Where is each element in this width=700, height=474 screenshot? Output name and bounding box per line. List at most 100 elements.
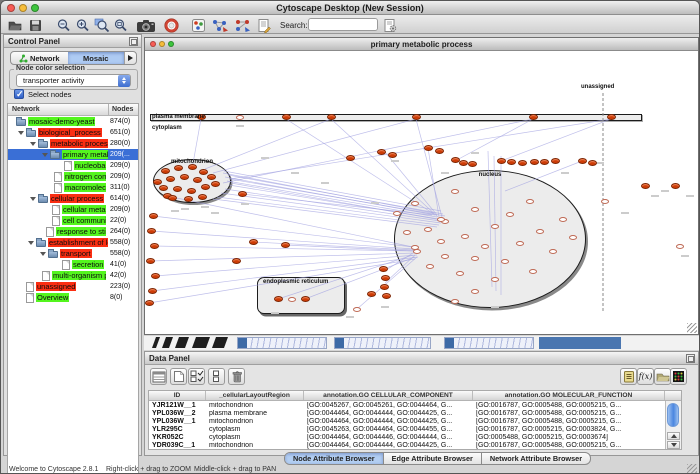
zoom-fit-button[interactable] [113, 17, 128, 33]
graph-node[interactable] [559, 217, 567, 222]
search-options-button[interactable] [383, 17, 398, 33]
table-row[interactable]: YJR121W__1mitochondrion[GO:0045267, GO:0… [149, 401, 681, 409]
graph-node-selected[interactable] [281, 242, 290, 248]
new-attribute-button[interactable] [170, 368, 187, 385]
graph-node-selected[interactable] [507, 159, 516, 165]
tab-node-attribute-browser[interactable]: Node Attribute Browser [285, 453, 384, 464]
layout-button-1[interactable] [211, 17, 230, 33]
tree-row[interactable]: unassigned223(0) [8, 281, 138, 292]
graph-node-selected[interactable] [435, 148, 444, 154]
zoom-out-button[interactable] [56, 17, 71, 33]
graph-node-selected[interactable] [367, 291, 376, 297]
graph-node-selected[interactable] [148, 288, 157, 294]
graph-node-selected[interactable] [159, 185, 168, 191]
scroll-down-button[interactable] [667, 441, 680, 449]
graph-node[interactable] [411, 245, 419, 250]
graph-node-selected[interactable] [149, 213, 158, 219]
graph-node-selected[interactable] [529, 114, 538, 120]
graph-node-selected[interactable] [238, 191, 247, 197]
graph-node-selected[interactable] [468, 161, 477, 167]
float-window-icon[interactable] [129, 37, 138, 46]
table-row[interactable]: YLR295Ccytoplasm[GO:0045263, GO:0044464,… [149, 425, 681, 433]
graph-node[interactable] [461, 234, 469, 239]
graph-node[interactable] [451, 299, 459, 304]
graph-node[interactable] [501, 259, 509, 264]
graph-node[interactable] [288, 297, 296, 302]
clipboard-button[interactable] [620, 368, 637, 385]
tree-row[interactable]: macromolecule311(0) [8, 182, 138, 193]
graph-node[interactable] [516, 241, 524, 246]
graph-node[interactable] [403, 230, 411, 235]
tree-row[interactable]: nitrogen compo209(0) [8, 171, 138, 182]
snapshot-button[interactable] [136, 17, 157, 33]
graph-node-selected[interactable] [551, 158, 560, 164]
layout-button-2[interactable] [234, 17, 253, 33]
help-lifering-icon[interactable] [164, 17, 179, 33]
save-button[interactable] [28, 17, 43, 33]
more-tabs-button[interactable] [124, 52, 136, 64]
expander-icon[interactable] [42, 153, 48, 157]
graph-node-selected[interactable] [388, 152, 397, 158]
graph-node[interactable] [526, 199, 534, 204]
tree-row[interactable]: nucleobase-209(0) [8, 160, 138, 171]
graph-node-selected[interactable] [380, 284, 389, 290]
graph-node-selected[interactable] [147, 228, 156, 234]
graph-node[interactable] [426, 264, 434, 269]
graph-node-selected[interactable] [282, 114, 291, 120]
window-resize-grip[interactable] [687, 464, 697, 474]
graph-node[interactable] [529, 269, 537, 274]
graph-node[interactable] [506, 212, 514, 217]
table-vertical-scrollbar[interactable] [665, 401, 681, 449]
graph-node-selected[interactable] [161, 168, 170, 174]
table-row[interactable]: YPL036W__2plasma membrane[GO:0044464, GO… [149, 409, 681, 417]
graph-node-selected[interactable] [459, 160, 468, 166]
graph-node-selected[interactable] [379, 266, 388, 272]
graph-node-selected[interactable] [146, 258, 155, 264]
graph-node[interactable] [481, 244, 489, 249]
tree-row[interactable]: transport558(0) [8, 248, 138, 259]
zoom-in-button[interactable] [75, 17, 90, 33]
graph-node-selected[interactable] [211, 181, 220, 187]
graph-node-selected[interactable] [173, 186, 182, 192]
graph-node[interactable] [437, 239, 445, 244]
column-header[interactable]: annotation.GO MOLECULAR_FUNCTION [473, 391, 665, 400]
graph-node[interactable] [601, 199, 609, 204]
tree-row[interactable]: metabolic process280(0) [8, 138, 138, 149]
graph-node-selected[interactable] [187, 188, 196, 194]
graph-node-selected[interactable] [578, 158, 587, 164]
table-row[interactable]: YDR039C__1mitochondrion[GO:0044464, GO:0… [149, 442, 681, 450]
expander-icon[interactable] [28, 241, 34, 245]
graph-node[interactable] [491, 224, 499, 229]
network-canvas[interactable]: plasma membrane cytoplasm mitochondrion … [145, 51, 698, 334]
graph-node[interactable] [536, 229, 544, 234]
graph-node-selected[interactable] [153, 179, 162, 185]
graph-node[interactable] [441, 254, 449, 259]
graph-node-selected[interactable] [518, 160, 527, 166]
open-button[interactable] [7, 17, 23, 33]
graph-node[interactable] [437, 217, 445, 222]
tree-row[interactable]: Overview8(0) [8, 292, 138, 303]
column-header[interactable]: _cellularLayoutRegion [206, 391, 304, 400]
delete-attribute-trash-button[interactable] [228, 368, 245, 385]
graph-node[interactable] [676, 244, 684, 249]
graph-node-selected[interactable] [166, 176, 175, 182]
select-attributes-button[interactable] [188, 368, 205, 385]
tab-edge-attribute-browser[interactable]: Edge Attribute Browser [384, 453, 482, 464]
scroll-up-button[interactable] [667, 432, 680, 440]
table-row[interactable]: YKR052Ccytoplasm[GO:0044464, GO:0044446,… [149, 434, 681, 442]
tree-row[interactable]: primary metabo209(... [8, 149, 138, 160]
search-input[interactable] [309, 19, 378, 30]
graph-node-selected[interactable] [424, 145, 433, 151]
select-nodes-checkbox[interactable] [14, 89, 24, 99]
graph-node-selected[interactable] [346, 155, 355, 161]
tree-row[interactable]: mosaic-demo-yeast874(0) [8, 116, 138, 127]
graph-node-selected[interactable] [201, 184, 210, 190]
graph-node[interactable] [393, 211, 401, 216]
tab-mosaic[interactable]: Mosaic [68, 52, 125, 64]
graph-node[interactable] [411, 201, 419, 206]
graph-node-selected[interactable] [151, 273, 160, 279]
graph-node-selected[interactable] [199, 169, 208, 175]
graph-node-selected[interactable] [607, 114, 616, 120]
tree-row[interactable]: response to stimulu264(0) [8, 226, 138, 237]
column-header[interactable]: annotation.GO CELLULAR_COMPONENT [304, 391, 473, 400]
